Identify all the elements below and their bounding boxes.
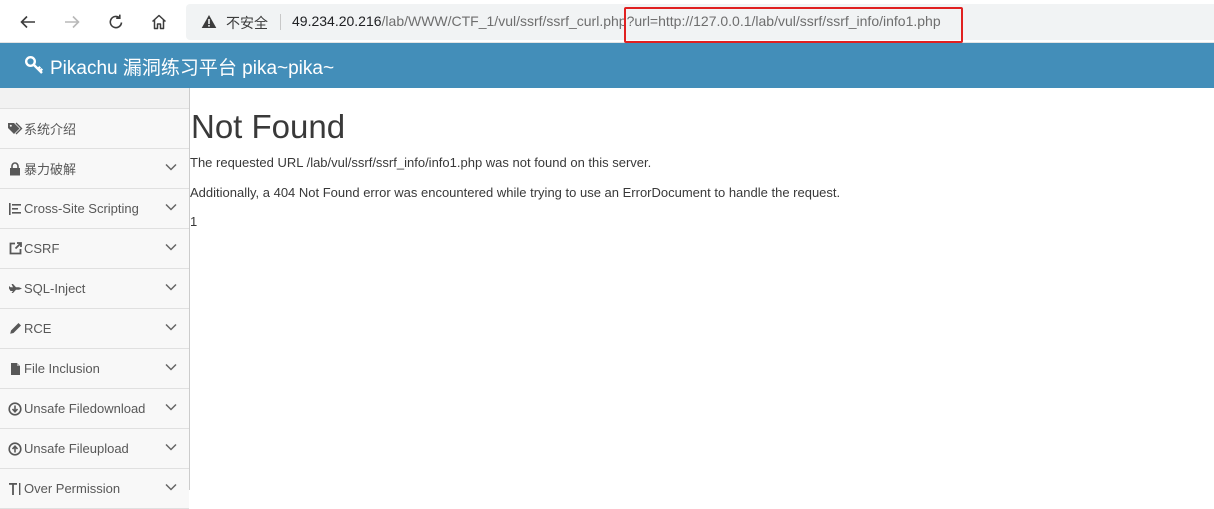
browser-toolbar: 不安全 49.234.20.216/lab/WWW/CTF_1/vul/ssrf… [0,0,1214,43]
chevron-down-icon [165,283,177,291]
back-arrow-icon [20,15,35,29]
url-highlight-box [624,7,963,43]
forward-button[interactable] [56,6,88,38]
sidebar: 系统介绍 暴力破解 Cross-Site Scripting CSRF SQL-… [0,88,190,509]
site-header: Pikachu 漏洞练习平台 pika~pika~ [0,43,1214,88]
sidebar-item-intro[interactable]: 系统介绍 [0,109,189,149]
sidebar-item-brute-force[interactable]: 暴力破解 [0,149,189,189]
sidebar-item-csrf[interactable]: CSRF [0,229,189,269]
sidebar-item-label: Over Permission [24,481,121,496]
upload-circle-icon [6,441,24,456]
sidebar-item-label: SQL-Inject [24,281,86,296]
chevron-down-icon [165,243,177,251]
url-path: /lab/WWW/CTF_1/vul/ssrf/ssrf_curl.php [381,13,627,29]
main-content: Not Found The requested URL /lab/vul/ssr… [190,88,1214,490]
sidebar-item-label: Unsafe Fileupload [24,441,129,456]
forward-arrow-icon [65,15,80,29]
download-circle-icon [6,401,24,416]
reload-icon [109,14,123,29]
chevron-down-icon [165,363,177,371]
share-square-icon [6,242,24,255]
sidebar-shortcuts [0,88,189,109]
error-document-message: Additionally, a 404 Not Found error was … [190,185,841,200]
file-icon [6,362,24,376]
error-message: The requested URL /lab/vul/ssrf/ssrf_inf… [190,155,652,170]
sidebar-item-sql-inject[interactable]: SQL-Inject [0,269,189,309]
home-button[interactable] [143,6,175,38]
chevron-down-icon [165,403,177,411]
back-button[interactable] [12,6,44,38]
fighter-jet-icon [6,283,24,294]
page-title: Not Found [191,108,346,145]
list-tree-icon [6,202,24,216]
lock-icon [6,161,24,176]
sidebar-item-xss[interactable]: Cross-Site Scripting [0,189,189,229]
chevron-down-icon [165,163,177,171]
url-host: 49.234.20.216 [292,13,382,29]
sidebar-item-label: Unsafe Filedownload [24,401,146,416]
chevron-down-icon [165,323,177,331]
home-icon [151,14,167,30]
sidebar-item-label: File Inclusion [24,361,100,376]
url-separator [280,14,281,30]
output-text: 1 [190,214,198,229]
text-height-icon [6,482,24,496]
sidebar-item-over-permission[interactable]: Over Permission [0,469,189,509]
brand-title[interactable]: Pikachu 漏洞练习平台 pika~pika~ [50,53,334,80]
sidebar-item-label: RCE [24,321,52,336]
not-secure-label[interactable]: 不安全 [226,13,268,33]
sidebar-item-file-inclusion[interactable]: File Inclusion [0,349,189,389]
reload-button[interactable] [100,6,132,38]
pencil-icon [6,322,24,335]
sidebar-item-label: 暴力破解 [24,162,77,177]
sidebar-item-label: 系统介绍 [24,122,77,137]
sidebar-item-label: Cross-Site Scripting [24,201,139,216]
tags-icon [6,122,24,136]
key-icon [24,55,44,74]
sidebar-item-label: CSRF [24,241,60,256]
sidebar-item-rce[interactable]: RCE [0,309,189,349]
warning-icon[interactable] [201,14,217,29]
sidebar-item-unsafe-filedownload[interactable]: Unsafe Filedownload [0,389,189,429]
chevron-down-icon [165,443,177,451]
chevron-down-icon [165,203,177,211]
sidebar-item-unsafe-fileupload[interactable]: Unsafe Fileupload [0,429,189,469]
